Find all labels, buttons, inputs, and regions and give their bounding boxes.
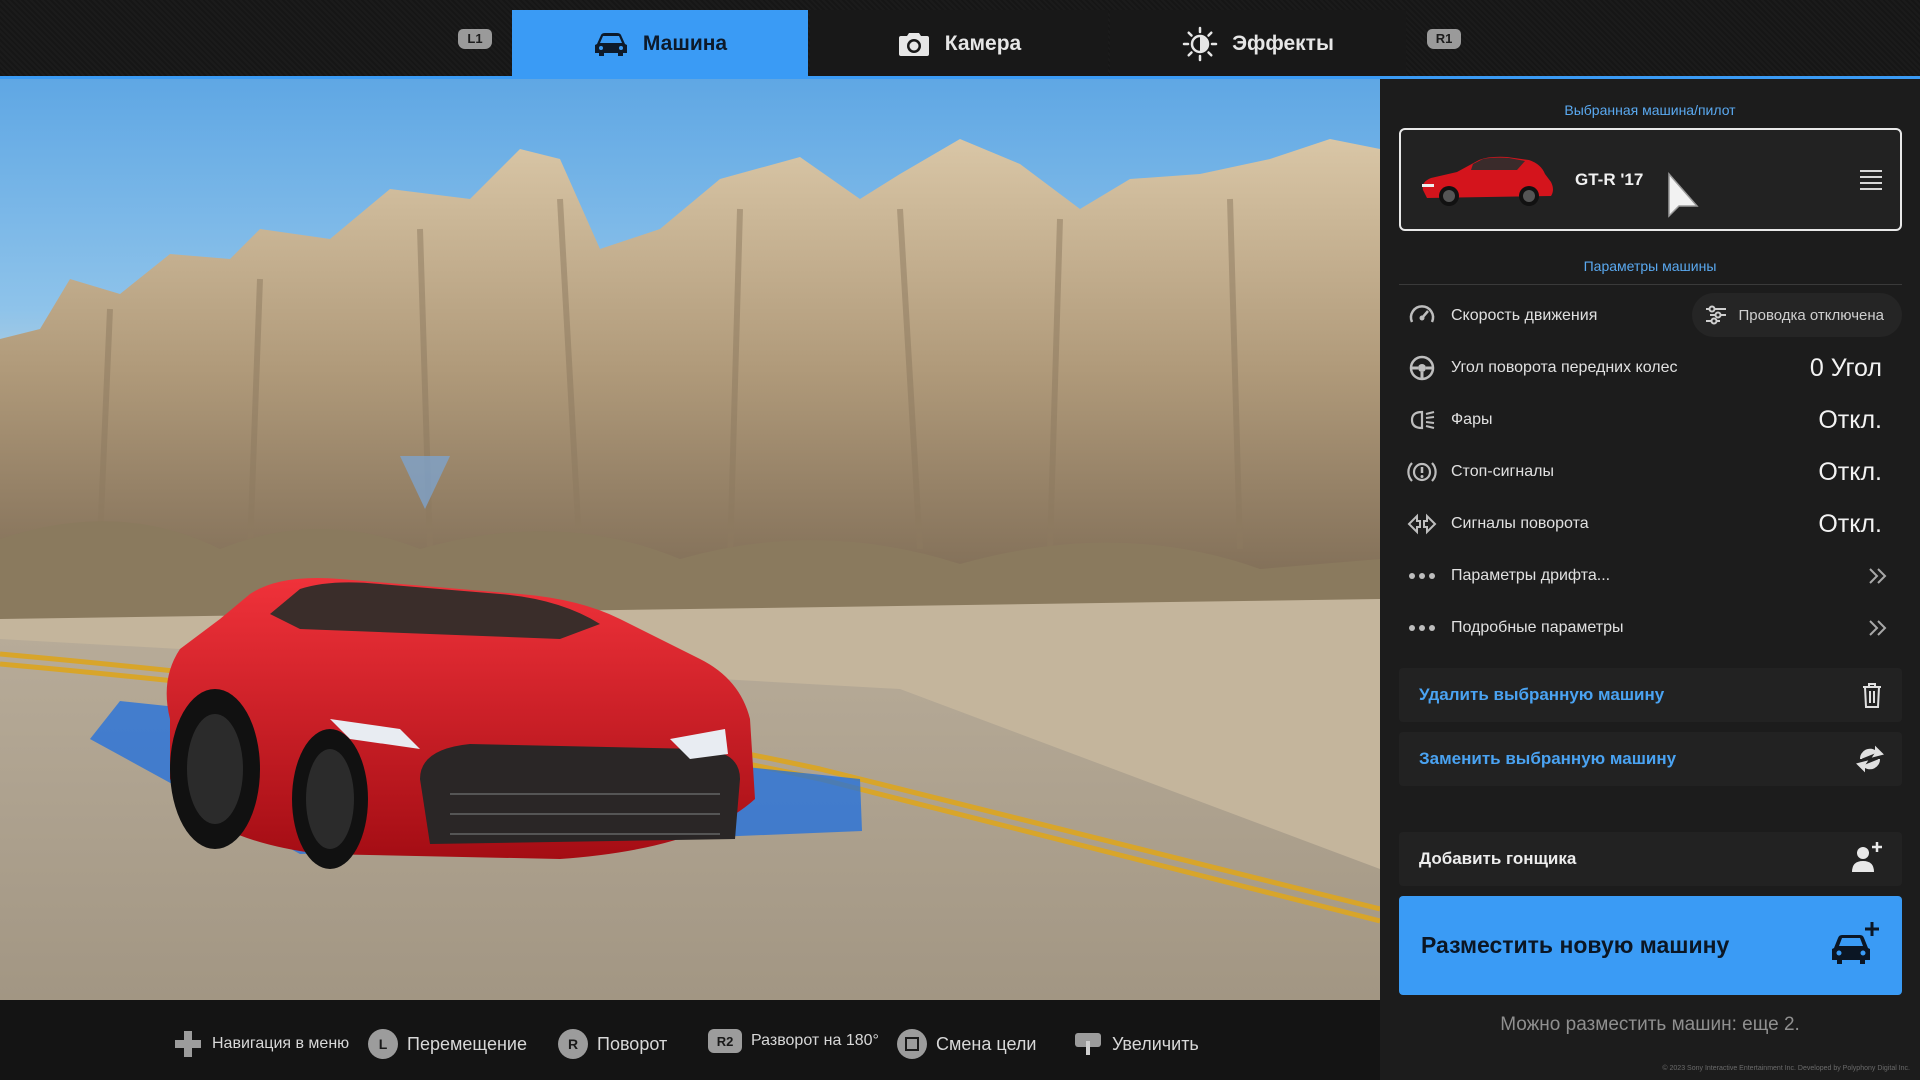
hint-navigate-label: Навигация в меню xyxy=(212,1035,350,1052)
hint-turn-180: R2 Разворот на 180° xyxy=(708,1029,879,1053)
param-label-steering: Угол поворота передних колес xyxy=(1451,359,1678,376)
right-stick-icon: R xyxy=(558,1029,588,1059)
tab-effects-label: Эффекты xyxy=(1232,32,1334,55)
copyright-text: © 2023 Sony Interactive Entertainment In… xyxy=(1662,1065,1910,1072)
headlight-icon xyxy=(1407,405,1437,435)
dpad-icon xyxy=(175,1031,201,1057)
selected-car-title: Выбранная машина/пилот xyxy=(1564,102,1736,118)
trash-icon xyxy=(1863,683,1881,708)
selected-car-name: GT-R '17 xyxy=(1575,170,1644,189)
replace-car-button[interactable]: Заменить выбранную машину xyxy=(1399,732,1902,786)
camera-icon xyxy=(898,33,929,56)
tab-car[interactable]: Машина xyxy=(512,10,808,78)
car-params-title: Параметры машины xyxy=(1583,258,1717,274)
param-label-brake-lights: Стоп-сигналы xyxy=(1451,463,1554,480)
remaining-cars-text: Можно разместить машин: еще 2. xyxy=(1500,1014,1800,1035)
hint-turn-180-label: Разворот на 180° xyxy=(751,1032,879,1049)
hint-zoom-label: Увеличить xyxy=(1112,1033,1199,1054)
tab-camera[interactable]: Камера xyxy=(810,10,1108,78)
hamburger-menu-icon[interactable] xyxy=(1860,170,1882,190)
hint-zoom: Увеличить xyxy=(1073,1029,1199,1059)
scene-viewport[interactable] xyxy=(0,79,1380,1000)
param-row-speed[interactable]: Скорость движения Проводка отключена xyxy=(1399,291,1902,341)
steering-wheel-icon xyxy=(1407,353,1437,383)
hint-rotate: R Поворот xyxy=(558,1029,667,1059)
r2-icon: R2 xyxy=(708,1029,742,1053)
add-racer-button[interactable]: Добавить гонщика xyxy=(1399,832,1902,886)
param-value-headlights: Откл. xyxy=(1818,405,1882,434)
settings-panel: Выбранная машина/пилот GT-R '17 Параметр… xyxy=(1380,79,1920,1080)
param-row-drift[interactable]: Параметры дрифта... xyxy=(1399,551,1902,601)
add-car-icon xyxy=(1832,922,1879,964)
square-button-icon xyxy=(897,1029,927,1059)
param-row-brake-lights[interactable]: Стоп-сигналы Откл. xyxy=(1399,447,1902,497)
replace-car-label: Заменить выбранную машину xyxy=(1419,749,1677,768)
double-chevron-right-icon xyxy=(1869,568,1887,584)
selected-car-card[interactable]: GT-R '17 xyxy=(1399,128,1902,231)
add-racer-label: Добавить гонщика xyxy=(1419,849,1577,868)
tab-car-label: Машина xyxy=(642,32,728,55)
param-value-steering: 0 Угол xyxy=(1809,353,1882,382)
more-dots-icon xyxy=(1407,613,1437,643)
brightness-icon xyxy=(1182,26,1218,62)
scene-illustration xyxy=(0,139,1380,1000)
hint-change-target-label: Смена цели xyxy=(936,1033,1037,1054)
swap-icon xyxy=(1856,745,1884,773)
param-row-steering[interactable]: Угол поворота передних колес 0 Угол xyxy=(1399,343,1902,393)
param-label-drift: Параметры дрифта... xyxy=(1451,567,1611,584)
delete-car-button[interactable]: Удалить выбранную машину xyxy=(1399,668,1902,722)
more-dots-icon xyxy=(1407,561,1437,591)
hint-change-target: Смена цели xyxy=(897,1029,1036,1059)
touchpad-icon xyxy=(1075,1033,1101,1055)
place-new-car-label: Разместить новую машину xyxy=(1421,932,1730,958)
turn-signal-icon xyxy=(1407,509,1437,539)
wiring-toggle-button[interactable]: Проводка отключена xyxy=(1692,293,1902,337)
double-chevron-right-icon xyxy=(1869,620,1887,636)
l1-button-icon[interactable]: L1 xyxy=(458,29,492,49)
top-tab-bar: L1 Машина Камера Эффекты R1 xyxy=(0,0,1920,79)
param-label-turn-signals: Сигналы поворота xyxy=(1451,515,1589,532)
tab-effects[interactable]: Эффекты xyxy=(1110,10,1406,78)
param-label-detailed: Подробные параметры xyxy=(1451,619,1624,636)
hint-move: L Перемещение xyxy=(368,1029,527,1059)
car-thumbnail xyxy=(1422,156,1553,206)
add-person-icon xyxy=(1852,842,1882,872)
cursor-pointer-icon xyxy=(1668,172,1699,218)
param-value-brake-lights: Откл. xyxy=(1818,457,1882,486)
tab-camera-label: Камера xyxy=(944,32,1022,55)
param-label-headlights: Фары xyxy=(1451,411,1493,428)
brake-light-icon xyxy=(1407,457,1437,487)
cliff-rocks xyxy=(0,139,1380,599)
place-new-car-button[interactable]: Разместить новую машину xyxy=(1399,896,1902,995)
param-row-detailed[interactable]: Подробные параметры xyxy=(1399,603,1902,653)
delete-car-label: Удалить выбранную машину xyxy=(1419,685,1665,704)
left-stick-icon: L xyxy=(368,1029,398,1059)
param-row-headlights[interactable]: Фары Откл. xyxy=(1399,395,1902,445)
hint-rotate-label: Поворот xyxy=(597,1033,668,1054)
section-divider xyxy=(1399,284,1902,285)
car-icon xyxy=(594,33,627,56)
speedometer-icon xyxy=(1407,301,1437,331)
r1-button-icon[interactable]: R1 xyxy=(1427,29,1461,49)
param-row-turn-signals[interactable]: Сигналы поворота Откл. xyxy=(1399,499,1902,549)
hint-move-label: Перемещение xyxy=(407,1033,527,1054)
wiring-button-label: Проводка отключена xyxy=(1738,306,1884,324)
hint-navigate: Навигация в меню xyxy=(173,1029,349,1059)
wiring-icon xyxy=(1706,305,1727,325)
param-value-turn-signals: Откл. xyxy=(1818,509,1882,538)
